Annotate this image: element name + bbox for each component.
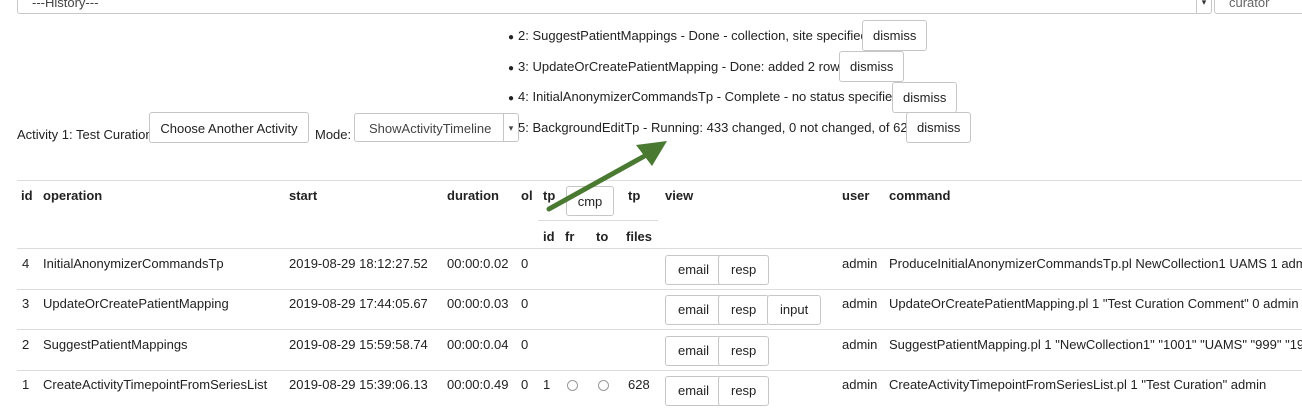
annotation-arrow-icon [546,141,667,212]
